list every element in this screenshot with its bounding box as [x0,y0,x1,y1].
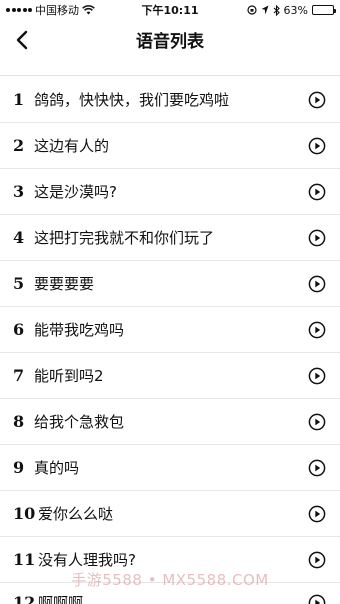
signal-strength-icon [6,8,32,12]
item-number: 7 [13,366,25,385]
item-text: 鸽鸽，快快快，我们要吃鸡啦 [34,91,230,109]
play-button-icon[interactable] [308,321,326,339]
play-button-icon[interactable] [308,183,326,201]
rotation-lock-icon [246,5,257,15]
play-button-icon[interactable] [308,91,326,109]
item-number: 5 [13,274,25,293]
item-number: 1 [13,90,25,109]
location-icon [261,5,269,15]
item-number: 8 [13,412,25,431]
play-button-icon[interactable] [308,594,326,604]
chevron-left-icon [16,30,28,50]
play-button-icon[interactable] [308,413,326,431]
item-text: 能听到吗2 [34,367,104,385]
play-button-icon[interactable] [308,137,326,155]
play-button-icon[interactable] [308,459,326,477]
list-item[interactable]: 3 这是沙漠吗? [0,169,340,215]
wifi-icon [82,5,95,15]
item-number: 3 [13,182,25,201]
play-button-icon[interactable] [308,275,326,293]
battery-icon [312,5,336,15]
item-number: 10 [13,504,36,523]
back-button[interactable] [10,28,34,52]
list-item[interactable]: 8 给我个急救包 [0,399,340,445]
item-text: 这边有人的 [34,137,110,155]
item-text: 能带我吃鸡吗 [34,321,125,339]
item-text: 给我个急救包 [34,413,125,431]
item-text: 真的吗 [34,459,80,477]
list-item[interactable]: 10 爱你么么哒 [0,491,340,537]
status-left: 中国移动 [6,2,95,18]
item-number: 11 [13,550,36,569]
list-item[interactable]: 1 鸽鸽，快快快，我们要吃鸡啦 [0,77,340,123]
list-item[interactable]: 9 真的吗 [0,445,340,491]
item-number: 9 [13,458,25,477]
list-item[interactable]: 2 这边有人的 [0,123,340,169]
item-number: 12 [13,593,36,604]
play-button-icon[interactable] [308,551,326,569]
play-button-icon[interactable] [308,367,326,385]
list-item[interactable]: 5 要要要要 [0,261,340,307]
item-number: 4 [13,228,25,247]
item-text: 这是沙漠吗? [34,183,117,201]
carrier-label: 中国移动 [35,4,79,17]
status-right: 63% [246,3,336,17]
list-item[interactable]: 4 这把打完我就不和你们玩了 [0,215,340,261]
bluetooth-icon [273,4,280,16]
play-button-icon[interactable] [308,229,326,247]
navigation-bar: 语音列表 [0,20,340,76]
item-text: 爱你么么哒 [38,505,114,523]
status-bar: 中国移动 下午10:11 63% [0,0,340,20]
voice-list: 1 鸽鸽，快快快，我们要吃鸡啦 2 这边有人的 3 这是沙漠吗? 4 这把打完我就不和你们玩了… [0,77,340,604]
item-text: 没有人理我吗? [38,551,136,569]
item-text: 要要要要 [34,275,95,293]
watermark: 手游5588 • MX5588.COM [71,571,269,589]
play-button-icon[interactable] [308,505,326,523]
item-text: 啊啊啊 [38,594,84,604]
list-item[interactable]: 7 能听到吗2 [0,353,340,399]
page-title: 语音列表 [136,32,204,52]
item-number: 6 [13,320,25,339]
item-text: 这把打完我就不和你们玩了 [34,229,215,247]
list-item[interactable]: 6 能带我吃鸡吗 [0,307,340,353]
battery-percent: 63% [283,3,308,17]
item-number: 2 [13,136,25,155]
